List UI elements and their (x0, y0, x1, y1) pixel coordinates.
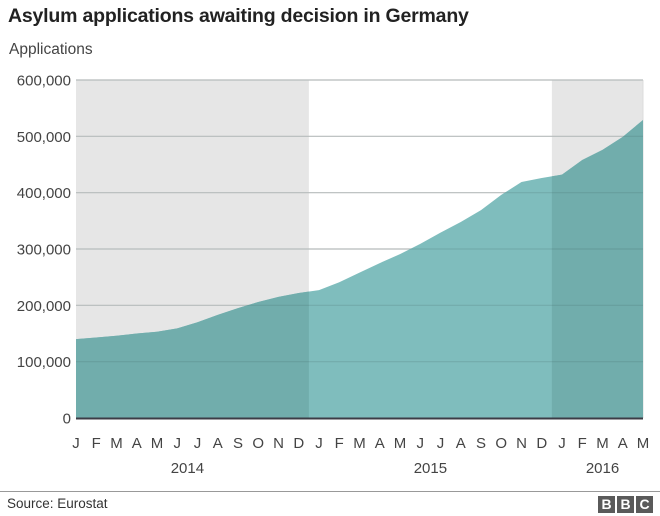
x-tick-label: S (233, 435, 243, 452)
bbc-logo: B B C (598, 496, 653, 513)
year-label: 2016 (586, 460, 619, 477)
x-tick-label: O (252, 435, 264, 452)
x-tick-label: F (335, 435, 344, 452)
x-tick-label: F (578, 435, 587, 452)
x-tick-label: S (476, 435, 486, 452)
x-tick-label: J (174, 435, 182, 452)
year-label: 2015 (414, 460, 447, 477)
y-axis-ticks: 0 100,000 200,000 300,000 400,000 500,000 600,… (17, 73, 71, 428)
x-tick-label: M (637, 435, 650, 452)
x-tick-label: N (273, 435, 284, 452)
x-axis-ticks: JFMAMJJASONDJFMAMJJASONDJFMAM (72, 435, 649, 452)
x-tick-label: A (456, 435, 466, 452)
x-tick-label: M (394, 435, 407, 452)
y-tick-label: 600,000 (17, 73, 71, 90)
x-tick-label: M (110, 435, 123, 452)
x-tick-label: A (132, 435, 142, 452)
x-tick-label: J (315, 435, 323, 452)
bbc-logo-letter: B (617, 496, 634, 513)
x-tick-label: J (194, 435, 202, 452)
y-tick-label: 200,000 (17, 298, 71, 315)
x-axis-year-labels: 2014 2015 2016 (171, 460, 620, 477)
x-tick-label: A (375, 435, 385, 452)
x-tick-label: M (596, 435, 609, 452)
x-tick-label: M (151, 435, 164, 452)
x-tick-label: F (92, 435, 101, 452)
x-tick-label: J (72, 435, 80, 452)
bbc-logo-letter: B (598, 496, 615, 513)
y-tick-label: 0 (63, 411, 71, 428)
year-label: 2014 (171, 460, 204, 477)
y-tick-label: 400,000 (17, 185, 71, 202)
source-note: Source: Eurostat (7, 496, 108, 511)
y-tick-label: 500,000 (17, 129, 71, 146)
x-tick-label: J (558, 435, 566, 452)
area-chart: 0 100,000 200,000 300,000 400,000 500,000 600,… (17, 73, 649, 478)
x-tick-label: J (417, 435, 425, 452)
x-tick-label: D (293, 435, 304, 452)
y-tick-label: 300,000 (17, 242, 71, 259)
y-tick-label: 100,000 (17, 354, 71, 371)
x-tick-label: J (437, 435, 445, 452)
x-tick-label: D (536, 435, 547, 452)
footer-divider (0, 491, 660, 492)
x-tick-label: A (618, 435, 628, 452)
x-tick-label: M (353, 435, 366, 452)
x-tick-label: N (516, 435, 527, 452)
x-tick-label: O (495, 435, 507, 452)
x-tick-label: A (213, 435, 223, 452)
bbc-logo-letter: C (636, 496, 653, 513)
